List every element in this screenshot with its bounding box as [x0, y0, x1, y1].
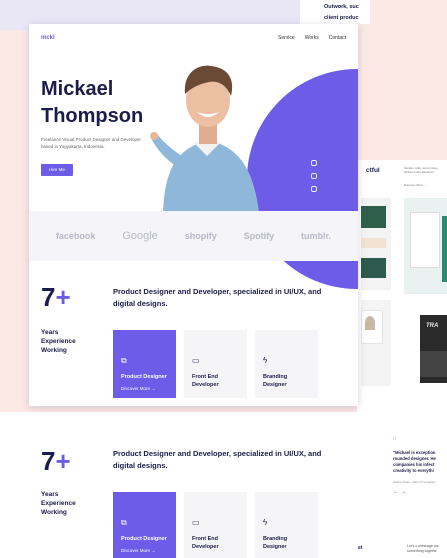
google-logo: Google — [122, 230, 158, 242]
linkedin-icon[interactable] — [311, 186, 317, 192]
cta-title: et — [358, 545, 363, 551]
experience-label: Years Experience Working — [41, 491, 76, 516]
website-mockup: mckl Service Works Contact Mickael Thomp… — [29, 24, 358, 406]
right-preview-title: ctful — [366, 167, 380, 174]
testimonial-quote: "Mickael is exception rounded designer. … — [393, 450, 436, 473]
experience-section-preview: 7+ Years Experience Working Product Desi… — [0, 412, 358, 558]
brand-logos: facebook Google shopify Spotify tumblr. — [29, 211, 358, 261]
hero-last-name: Thompson — [41, 105, 144, 127]
social-links — [311, 160, 317, 192]
service-card-front-end[interactable]: ▭ Front End Developer — [184, 492, 247, 558]
service-card-branding[interactable]: ϟ Branding Designer — [255, 492, 318, 558]
hero-name: Mickael Thompson — [41, 76, 143, 130]
logo[interactable]: mckl — [41, 35, 55, 41]
facebook-logo: facebook — [55, 231, 96, 241]
experience-headline: Product Designer and Developer, speciali… — [113, 449, 322, 470]
experience-label: Years Experience Working — [41, 329, 76, 354]
bolt-icon: ϟ — [263, 518, 268, 527]
top-preview-card: Outwork, suc client produc — [300, 0, 370, 24]
hero-first-name: Mickael — [41, 78, 114, 100]
hero-description: Freelance Visual Product Designer and De… — [41, 137, 141, 149]
layers-icon: ⧉ — [121, 518, 127, 527]
testimonial-author: Arlene Peter - CEO of Company — [393, 480, 436, 484]
service-card-product-designer[interactable]: ⧉ Product Designer Discover More → — [113, 330, 176, 398]
nav-item-works[interactable]: Works — [305, 35, 319, 41]
service-card-branding[interactable]: ϟ Branding Designer — [255, 330, 318, 398]
experience-headline: Product Designer and Developer, speciali… — [113, 287, 322, 308]
discover-more-link[interactable]: Discover More → — [121, 548, 156, 553]
right-preview-link[interactable]: Discover More → — [404, 183, 427, 187]
service-card-front-end[interactable]: ▭ Front End Developer — [184, 330, 247, 398]
top-navigation: Service Works Contact — [278, 35, 346, 41]
hero-portrait — [150, 65, 259, 212]
testimonial-arrows[interactable]: ← → — [393, 489, 407, 495]
right-preview-description: Sitoplex nulla, sed eti integ labituco p… — [404, 166, 438, 174]
instagram-icon[interactable] — [311, 160, 317, 166]
service-card-product-designer[interactable]: ⧉ Product Designer Discover More → — [113, 492, 176, 558]
cta-text: Let's c message me something togethe — [407, 544, 439, 553]
dribbble-icon[interactable] — [311, 173, 317, 179]
experience-number: 7+ — [41, 446, 71, 476]
project-thumbnail[interactable]: TRA — [420, 315, 447, 383]
nav-item-contact[interactable]: Contact — [329, 35, 346, 41]
discover-more-link[interactable]: Discover More → — [121, 386, 156, 391]
monitor-icon: ▭ — [192, 518, 200, 527]
spotify-logo: Spotify — [243, 231, 275, 241]
project-thumbnail[interactable] — [361, 300, 391, 386]
experience-number: 7+ — [41, 282, 71, 312]
shopify-logo: shopify — [184, 231, 217, 241]
top-preview-line: client produc — [324, 15, 359, 22]
monitor-icon: ▭ — [192, 356, 200, 365]
nav-item-service[interactable]: Service — [278, 35, 295, 41]
top-preview-line: Outwork, suc — [324, 4, 359, 10]
bolt-icon: ϟ — [263, 356, 268, 365]
quote-icon: “ — [393, 436, 397, 447]
layers-icon: ⧉ — [121, 356, 127, 365]
project-thumbnail[interactable] — [404, 198, 447, 294]
hire-me-button[interactable]: Hire Me — [41, 164, 73, 176]
project-thumbnail[interactable] — [361, 198, 391, 290]
tumblr-logo: tumblr. — [301, 231, 332, 241]
